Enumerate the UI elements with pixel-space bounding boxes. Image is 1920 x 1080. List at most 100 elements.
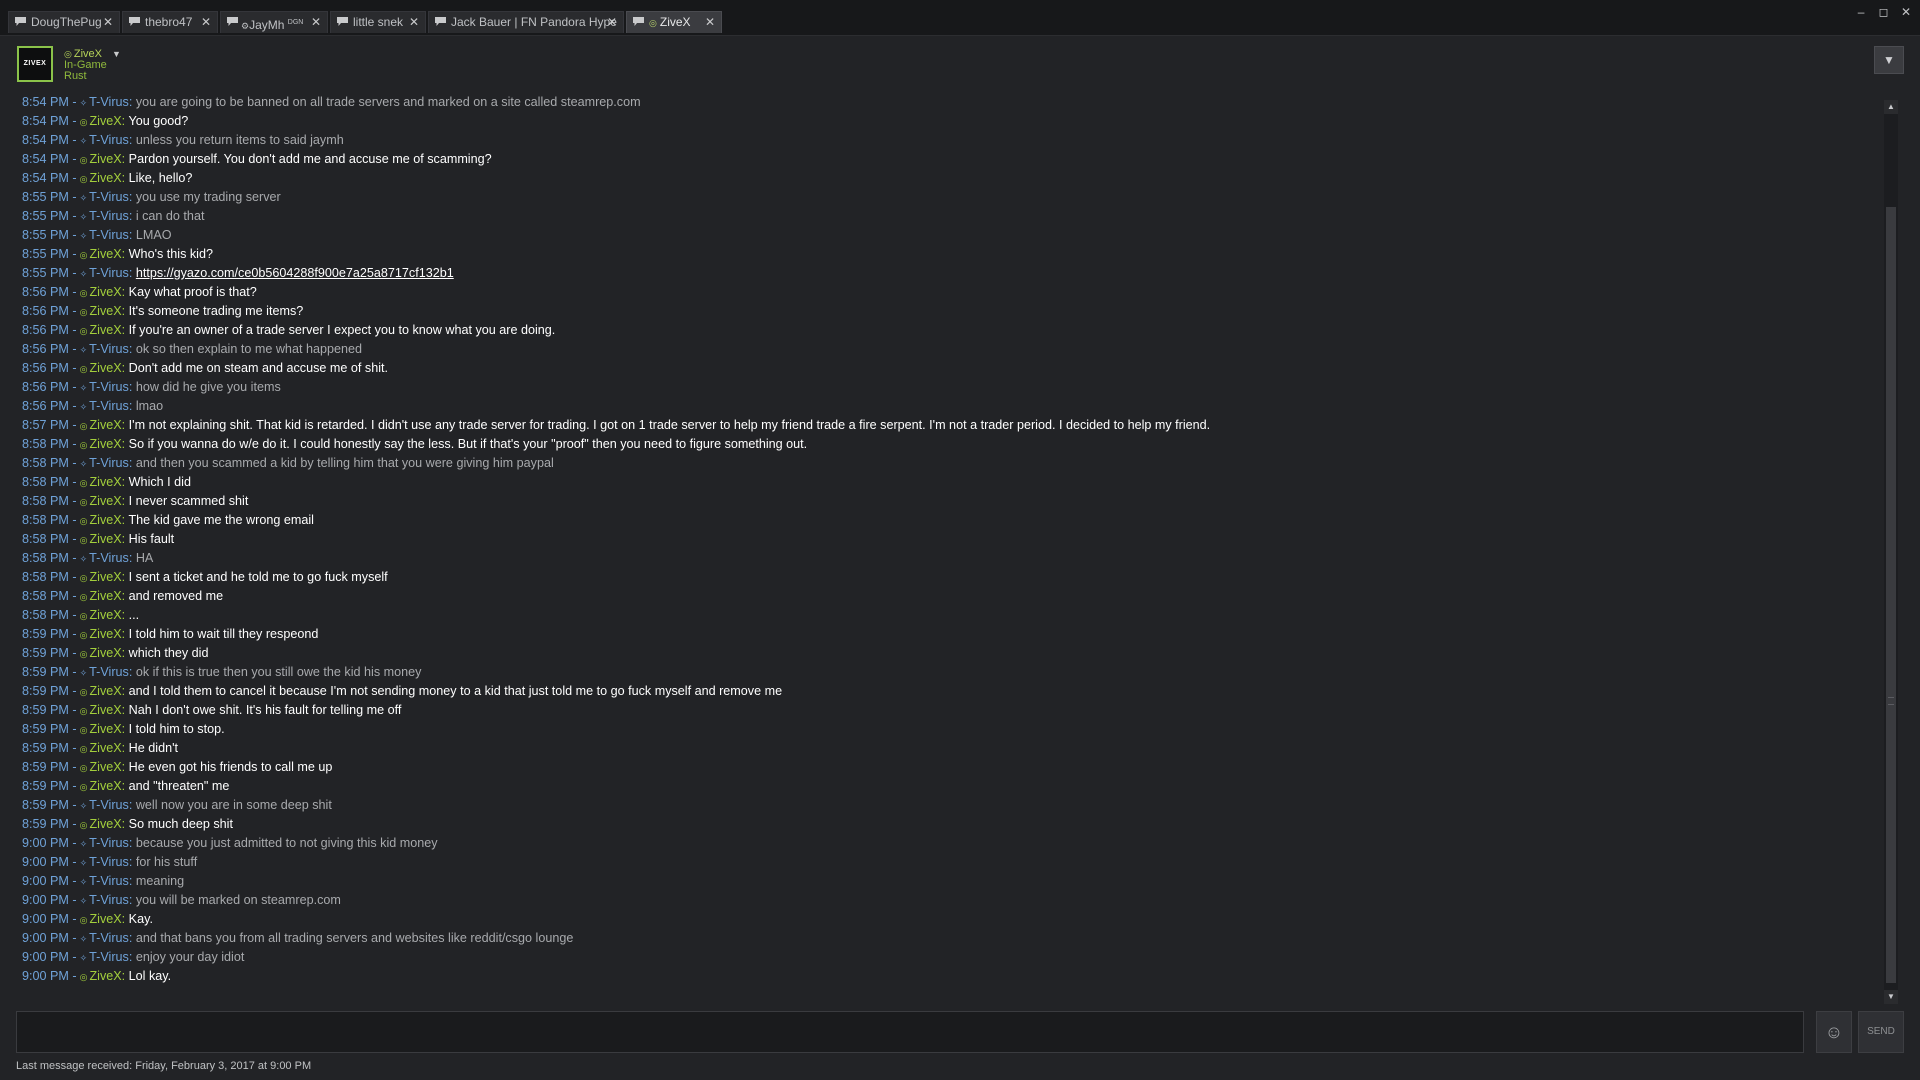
maximize-button[interactable]: ◻ <box>1876 4 1892 20</box>
message-sender[interactable]: ◎ ZiveX: <box>80 703 129 717</box>
message-sender[interactable]: ◎ ZiveX: <box>80 247 129 261</box>
message-sender[interactable]: ✧ T-Virus: <box>80 855 136 869</box>
online-status-icon: ◎ <box>64 49 72 59</box>
colon: : <box>121 304 129 318</box>
message-text: i can do that <box>135 209 205 223</box>
separator: - <box>68 342 77 356</box>
message-link[interactable]: https://gyazo.com/ce0b5604288f900e7a25a8… <box>136 266 454 280</box>
message-row: 8:56 PM - ✧ T-Virus: ok so then explain to… <box>22 340 1876 359</box>
message-sender[interactable]: ◎ ZiveX: <box>80 171 129 185</box>
message-sender[interactable]: ✧ T-Virus: <box>80 209 136 223</box>
tab-zivex[interactable]: ◎ ZiveX ✕ <box>626 11 722 33</box>
message-sender[interactable]: ◎ ZiveX: <box>80 608 129 622</box>
close-icon[interactable]: ✕ <box>201 12 211 33</box>
message-sender[interactable]: ✧ T-Virus: <box>80 133 136 147</box>
message-sender[interactable]: ✧ T-Virus: <box>80 931 136 945</box>
scrollbar-thumb[interactable] <box>1886 207 1896 983</box>
message-sender[interactable]: ◎ ZiveX: <box>80 304 129 318</box>
separator: - <box>68 722 77 736</box>
colon: : <box>128 190 136 204</box>
close-icon[interactable]: ✕ <box>409 12 419 33</box>
sparkle-icon: ✧ <box>79 934 88 944</box>
message-sender-name: ZiveX <box>89 646 122 660</box>
message-sender[interactable]: ◎ ZiveX: <box>80 513 129 527</box>
emoticon-button[interactable]: ☺ <box>1816 1011 1852 1053</box>
close-icon[interactable]: ✕ <box>103 12 113 33</box>
message-sender[interactable]: ◎ ZiveX: <box>80 323 129 337</box>
message-sender[interactable]: ✧ T-Virus: <box>80 228 136 242</box>
message-sender[interactable]: ◎ ZiveX: <box>80 684 129 698</box>
online-status-icon: ◎ <box>79 611 88 621</box>
tab-jaymh[interactable]: ⚙JayMh DGN ✕ <box>220 11 328 33</box>
message-sender[interactable]: ◎ ZiveX: <box>80 114 129 128</box>
message-sender[interactable]: ◎ ZiveX: <box>80 589 129 603</box>
message-sender[interactable]: ✧ T-Virus: <box>80 665 136 679</box>
message-sender[interactable]: ✧ T-Virus: <box>80 798 136 812</box>
tab-dougthepug[interactable]: DougThePug ✕ <box>8 11 120 33</box>
message-sender-name: T-Virus <box>89 266 129 280</box>
message-sender[interactable]: ◎ ZiveX: <box>80 760 129 774</box>
message-sender[interactable]: ◎ ZiveX: <box>80 741 129 755</box>
colon: : <box>128 95 136 109</box>
avatar[interactable]: ZIVEX <box>17 46 53 82</box>
scroll-down-arrow-icon[interactable]: ▼ <box>1884 990 1898 1004</box>
chevron-down-icon[interactable]: ▼ <box>112 49 121 59</box>
send-button[interactable]: SEND <box>1858 1011 1904 1053</box>
separator: - <box>68 931 77 945</box>
colon: : <box>121 969 129 983</box>
chat-window: DougThePug ✕ thebro47 ✕ ⚙JayMh DGN ✕ lit… <box>0 0 1920 1080</box>
close-button[interactable]: ✕ <box>1898 4 1914 20</box>
message-sender[interactable]: ◎ ZiveX: <box>80 437 129 451</box>
scrollbar[interactable]: ▲ ▼ <box>1884 100 1898 1004</box>
message-sender[interactable]: ◎ ZiveX: <box>80 722 129 736</box>
message-sender[interactable]: ✧ T-Virus: <box>80 836 136 850</box>
message-sender[interactable]: ✧ T-Virus: <box>80 399 136 413</box>
message-time: 8:54 PM <box>22 95 69 109</box>
message-sender[interactable]: ✧ T-Virus: <box>80 266 136 280</box>
message-sender[interactable]: ✧ T-Virus: <box>80 380 136 394</box>
minimize-button[interactable]: – <box>1853 4 1869 20</box>
message-sender[interactable]: ✧ T-Virus: <box>80 551 136 565</box>
message-sender-name: T-Virus <box>89 133 129 147</box>
sparkle-icon: ✧ <box>79 345 88 355</box>
message-sender[interactable]: ◎ ZiveX: <box>80 779 129 793</box>
message-sender[interactable]: ◎ ZiveX: <box>80 912 129 926</box>
tab-little-snek[interactable]: little snek ✕ <box>330 11 426 33</box>
close-icon[interactable]: ✕ <box>705 12 715 33</box>
message-sender[interactable]: ◎ ZiveX: <box>80 475 129 489</box>
message-input[interactable] <box>16 1011 1804 1053</box>
options-dropdown-button[interactable]: ▼ <box>1874 46 1904 74</box>
message-sender[interactable]: ✧ T-Virus: <box>80 190 136 204</box>
message-sender[interactable]: ◎ ZiveX: <box>80 285 129 299</box>
separator: - <box>68 323 77 337</box>
message-sender[interactable]: ✧ T-Virus: <box>80 95 136 109</box>
message-sender[interactable]: ◎ ZiveX: <box>80 646 129 660</box>
message-sender[interactable]: ◎ ZiveX: <box>80 418 129 432</box>
tab-jack-bauer[interactable]: Jack Bauer | FN Pandora Hype ✕ <box>428 11 624 33</box>
colon: : <box>128 665 136 679</box>
tab-label: Jack Bauer | FN Pandora Hype <box>451 15 617 29</box>
message-sender[interactable]: ◎ ZiveX: <box>80 494 129 508</box>
message-sender[interactable]: ✧ T-Virus: <box>80 893 136 907</box>
message-sender[interactable]: ◎ ZiveX: <box>80 532 129 546</box>
message-sender[interactable]: ✧ T-Virus: <box>80 342 136 356</box>
message-row: 8:55 PM - ✧ T-Virus: LMAO <box>22 226 1876 245</box>
close-icon[interactable]: ✕ <box>311 12 321 33</box>
message-sender[interactable]: ◎ ZiveX: <box>80 817 129 831</box>
colon: : <box>121 171 129 185</box>
message-text: So if you wanna do w/e do it. I could ho… <box>128 437 808 451</box>
scroll-up-arrow-icon[interactable]: ▲ <box>1884 100 1898 114</box>
message-sender[interactable]: ◎ ZiveX: <box>80 969 129 983</box>
close-icon[interactable]: ✕ <box>607 12 617 33</box>
tab-thebro47[interactable]: thebro47 ✕ <box>122 11 218 33</box>
message-sender[interactable]: ◎ ZiveX: <box>80 361 129 375</box>
message-sender[interactable]: ◎ ZiveX: <box>80 627 129 641</box>
message-time: 8:59 PM <box>22 760 69 774</box>
message-sender[interactable]: ✧ T-Virus: <box>80 456 136 470</box>
message-sender[interactable]: ◎ ZiveX: <box>80 570 129 584</box>
colon: : <box>121 475 129 489</box>
message-sender[interactable]: ✧ T-Virus: <box>80 874 136 888</box>
message-text: The kid gave me the wrong email <box>128 513 314 527</box>
message-sender[interactable]: ◎ ZiveX: <box>80 152 129 166</box>
message-sender[interactable]: ✧ T-Virus: <box>80 950 136 964</box>
